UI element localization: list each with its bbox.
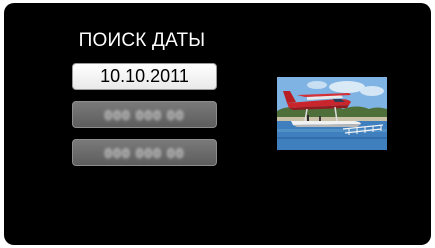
seaplane-photo-icon [277,77,387,150]
date-item-selected[interactable]: 10.10.2011 [72,63,217,90]
date-item-2[interactable]: 000 000 00 [72,101,217,128]
camera-lcd-screen: ПОИСК ДАТЫ 10.10.2011 000 000 00 000 000… [4,3,431,245]
date-item-3[interactable]: 000 000 00 [72,139,217,166]
page-title: ПОИСК ДАТЫ [78,30,206,51]
date-item-label-obscured: 000 000 00 [104,106,185,123]
seaplane-photo-thumbnail[interactable] [277,77,387,150]
date-item-label-obscured: 000 000 00 [104,144,185,161]
date-item-label: 10.10.2011 [100,66,189,86]
